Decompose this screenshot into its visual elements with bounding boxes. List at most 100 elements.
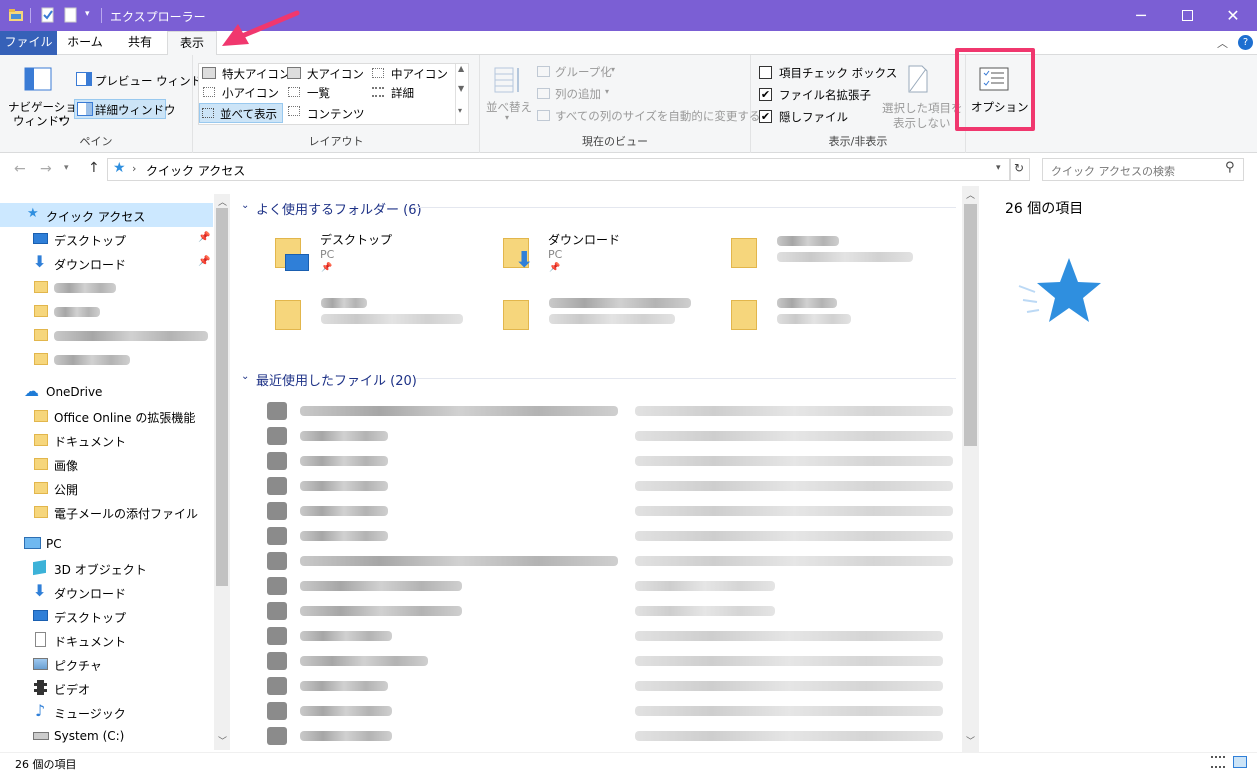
nav-item-quick-access[interactable]: ★ クイック アクセス	[0, 203, 213, 227]
layout-xl-icons[interactable]: 特大アイコン	[201, 65, 290, 83]
new-folder-quick-icon[interactable]	[63, 7, 79, 23]
tab-view[interactable]: 表示	[167, 31, 217, 56]
nav-item-pc-0[interactable]: 3D オブジェクト	[0, 556, 213, 580]
item-checkbox-box[interactable]	[759, 66, 772, 79]
nav-scrollbar[interactable]: ︿ ﹀	[214, 194, 230, 750]
content-scrollbar[interactable]: ︿ ﹀	[962, 186, 979, 752]
layout-list[interactable]: 一覧	[286, 84, 366, 102]
file-extensions-checkbox[interactable]: ✔	[759, 88, 772, 101]
refresh-button[interactable]: ↻	[1010, 158, 1030, 181]
nav-item-pc-1[interactable]: ⬇ ダウンロード	[0, 580, 213, 604]
collapse-section-icon[interactable]: ⌄	[241, 371, 249, 382]
list-item[interactable]	[265, 400, 955, 422]
layout-m-icons[interactable]: 中アイコン	[370, 65, 450, 83]
list-item[interactable]	[265, 600, 955, 622]
nav-item-downloads[interactable]: ⬇ ダウンロード 📌	[0, 251, 213, 275]
scroll-down-icon[interactable]: ﹀	[218, 734, 227, 747]
nav-item-onedrive[interactable]: ☁ OneDrive	[0, 380, 213, 404]
scroll-up-icon[interactable]: ︿	[966, 188, 975, 201]
nav-item-pc-2[interactable]: デスクトップ	[0, 604, 213, 628]
nav-item-pc[interactable]: PC	[0, 532, 213, 556]
nav-item-pc-6[interactable]: ♪ ミュージック	[0, 700, 213, 724]
item-checkbox-toggle[interactable]: 項目チェック ボックス	[757, 64, 897, 82]
navigation-pane-button[interactable]: ナビゲーション ウィンドウ ▾	[6, 63, 88, 133]
hidden-files-checkbox[interactable]: ✔	[759, 110, 772, 123]
scroll-up-icon[interactable]: ︿	[218, 195, 227, 208]
tab-home[interactable]: ホーム	[57, 31, 113, 55]
help-icon[interactable]: ?	[1238, 35, 1253, 50]
file-extensions-toggle[interactable]: ✔ ファイル名拡張子	[757, 86, 879, 104]
minimize-button[interactable]: ─	[1118, 0, 1164, 31]
list-item[interactable]	[265, 450, 955, 472]
folder-tile-blurred[interactable]	[269, 292, 479, 342]
up-arrow-icon[interactable]: ↑	[88, 160, 100, 176]
layout-details[interactable]: 詳細	[370, 84, 450, 102]
nav-item-pc-4[interactable]: ピクチャ	[0, 652, 213, 676]
details-view-icon[interactable]	[1211, 756, 1225, 768]
list-item[interactable]	[265, 425, 955, 447]
forward-arrow-icon[interactable]: →	[40, 161, 52, 177]
back-arrow-icon[interactable]: ←	[14, 161, 26, 177]
nav-item-blurred[interactable]	[0, 275, 213, 299]
preview-pane-button[interactable]: プレビュー ウィンドウ	[74, 70, 214, 90]
add-columns-button[interactable]: 列の追加 ▾	[535, 85, 625, 103]
address-path[interactable]: クイック アクセス	[146, 162, 245, 179]
nav-item-blurred[interactable]	[0, 347, 213, 371]
nav-item-od-0[interactable]: Office Online の拡張機能	[0, 404, 213, 428]
list-item[interactable]	[265, 675, 955, 697]
tab-file[interactable]: ファイル	[0, 31, 57, 55]
properties-icon[interactable]	[40, 7, 56, 23]
layout-l-icons[interactable]: 大アイコン	[286, 65, 366, 83]
collapse-section-icon[interactable]: ⌄	[241, 200, 249, 211]
content-scroll-thumb[interactable]	[964, 204, 977, 446]
address-bar[interactable]: ★ › クイック アクセス ▾	[107, 158, 1010, 181]
list-item[interactable]	[265, 550, 955, 572]
folder-tile-blurred[interactable]	[725, 292, 945, 342]
hide-selected-button[interactable]: 選択した項目を 表示しない	[879, 63, 963, 133]
hidden-files-toggle[interactable]: ✔ 隠しファイル	[757, 108, 879, 126]
autosize-columns-button[interactable]: すべての列のサイズを自動的に変更する	[535, 107, 760, 125]
nav-item-pc-3[interactable]: ドキュメント	[0, 628, 213, 652]
list-item[interactable]	[265, 575, 955, 597]
nav-item-od-4[interactable]: 電子メールの添付ファイル	[0, 500, 213, 524]
frequent-folders-header[interactable]: よく使用するフォルダー (6)	[256, 199, 422, 218]
nav-item-blurred[interactable]	[0, 323, 213, 347]
search-box[interactable]: クイック アクセスの検索 ⚲	[1042, 158, 1244, 181]
search-icon[interactable]: ⚲	[1225, 160, 1235, 175]
layout-gallery-scroll[interactable]: ▲ ▼ ▾	[455, 64, 468, 124]
large-icons-view-icon[interactable]	[1233, 756, 1247, 768]
layout-content[interactable]: コンテンツ	[286, 103, 366, 121]
folder-tile-desktop[interactable]: デスクトップ PC 📌	[269, 230, 479, 280]
folder-tile-blurred[interactable]	[497, 292, 707, 342]
nav-item-pc-5[interactable]: ビデオ	[0, 676, 213, 700]
layout-tiles[interactable]: 並べて表示	[199, 103, 283, 123]
tab-share[interactable]: 共有	[113, 31, 167, 55]
address-dropdown-icon[interactable]: ▾	[996, 163, 1001, 173]
nav-item-pc-7[interactable]: System (C:)	[0, 724, 213, 748]
list-item[interactable]	[265, 725, 955, 747]
sort-button[interactable]: 並べ替え ▾	[485, 63, 532, 133]
list-item[interactable]	[265, 525, 955, 547]
customize-qat-chevron-icon[interactable]: ▾	[85, 9, 90, 19]
details-pane-button[interactable]: 詳細ウィンドウ	[74, 99, 176, 119]
nav-item-od-2[interactable]: 画像	[0, 452, 213, 476]
nav-item-blurred[interactable]	[0, 299, 213, 323]
list-item[interactable]	[265, 500, 955, 522]
list-item[interactable]	[265, 700, 955, 722]
layout-s-icons[interactable]: 小アイコン	[201, 84, 285, 102]
recent-files-header[interactable]: 最近使用したファイル (20)	[256, 370, 417, 389]
recent-locations-chevron-icon[interactable]: ▾	[64, 163, 69, 173]
list-item[interactable]	[265, 650, 955, 672]
list-item[interactable]	[265, 475, 955, 497]
collapse-ribbon-icon[interactable]: ︿	[1217, 35, 1228, 51]
scroll-down-icon[interactable]: ﹀	[966, 734, 975, 747]
nav-item-desktop[interactable]: デスクトップ 📌	[0, 227, 213, 251]
nav-scroll-thumb[interactable]	[216, 208, 228, 586]
list-item[interactable]	[265, 625, 955, 647]
nav-item-od-1[interactable]: ドキュメント	[0, 428, 213, 452]
search-input[interactable]: クイック アクセスの検索	[1051, 163, 1175, 179]
maximize-button[interactable]	[1164, 0, 1210, 31]
folder-tile-downloads[interactable]: ⬇ ダウンロード PC 📌	[497, 230, 707, 280]
folder-tile-blurred[interactable]	[725, 230, 945, 280]
close-button[interactable]: ✕	[1210, 0, 1256, 31]
